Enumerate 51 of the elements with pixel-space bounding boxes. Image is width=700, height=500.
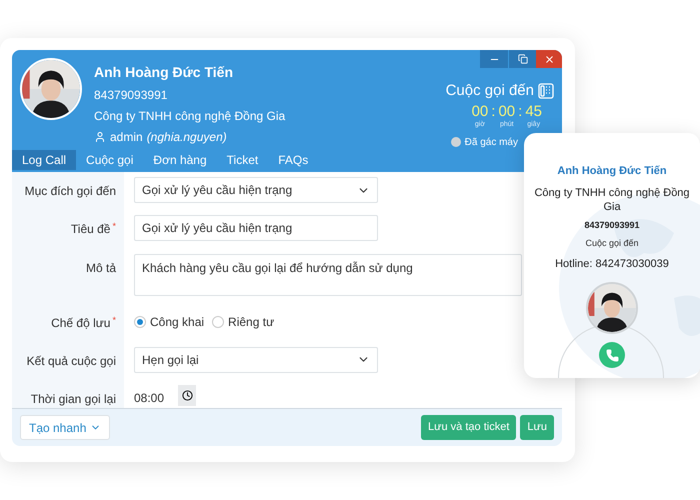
tab[interactable]: Ticket: [216, 150, 268, 170]
field-label: Mục đích gọi đến: [24, 183, 116, 200]
select-field[interactable]: Hẹn gọi lại: [134, 346, 378, 373]
input-field[interactable]: Gọi xử lý yêu cầu hiện trạng: [134, 215, 378, 242]
tab[interactable]: FAQs: [268, 150, 318, 170]
clock-icon: [182, 390, 192, 401]
tab[interactable]: Log Call: [12, 150, 76, 170]
restore-button[interactable]: [508, 50, 536, 68]
field-label: Chế độ lưu: [51, 314, 110, 332]
time-value: 08:00: [134, 390, 166, 407]
user-icon: [94, 131, 106, 143]
tab[interactable]: Cuộc gọi: [76, 150, 144, 170]
field-label: Mô tả: [86, 260, 116, 276]
caller-phone: 84379093991: [94, 87, 168, 104]
timer-value: 00: [472, 102, 488, 120]
caller-name: Anh Hoàng Đức Tiến: [94, 63, 234, 82]
caller-company: Công ty TNHH công nghệ Đồng Gia: [94, 108, 286, 125]
field-label: Tiêu đề: [70, 221, 110, 238]
radio-button[interactable]: [212, 316, 224, 328]
textarea-field[interactable]: Khách hàng yêu cầu gọi lại để hướng dẫn sử dụng: [134, 254, 522, 296]
save-button[interactable]: Lưu: [520, 415, 554, 440]
field-label: Kết quả cuộc gọi: [26, 352, 116, 370]
popup-company: Công ty TNHH công nghệ Đồng Gia: [533, 186, 691, 214]
radio-button[interactable]: [134, 316, 146, 328]
timer-value: 45: [525, 102, 542, 120]
radio-label: Công khai: [150, 314, 204, 330]
hangup-status: Đã gác máy: [464, 136, 518, 150]
timer-separator: :: [518, 102, 522, 120]
phone-icon: [606, 348, 618, 362]
quick-create-button[interactable]: Tạo nhanh: [20, 415, 110, 440]
call-status-title: Cuộc gọi đến: [446, 81, 534, 101]
required-mark: *: [112, 220, 116, 234]
popup-phone: 84379093991: [584, 218, 640, 232]
close-icon: [544, 54, 554, 64]
restore-icon: [518, 54, 528, 64]
save-button[interactable]: Lưu và tạo ticket: [421, 415, 516, 440]
assigned-user: admin: [110, 129, 143, 146]
phone-keypad-icon: [538, 83, 554, 100]
popup-caller-name: Anh Hoàng Đức Tiến: [557, 164, 667, 179]
clock-button[interactable]: [178, 385, 196, 406]
radio-label: Riêng tư: [228, 314, 274, 330]
select-field[interactable]: Gọi xử lý yêu cầu hiện trạng: [134, 177, 378, 203]
popup-status: Cuộc gọi đến: [585, 237, 639, 250]
popup-hotline: Hotline: 842473030039: [555, 256, 669, 272]
timer-value: 00: [498, 102, 516, 120]
tab[interactable]: Đơn hàng: [143, 150, 217, 170]
required-mark: *: [112, 314, 116, 326]
field-label: Thời gian gọi lại: [30, 391, 116, 408]
user-alias: (nghia.nguyen): [146, 129, 227, 146]
close-button[interactable]: [536, 50, 562, 68]
timer-separator: :: [491, 102, 496, 120]
